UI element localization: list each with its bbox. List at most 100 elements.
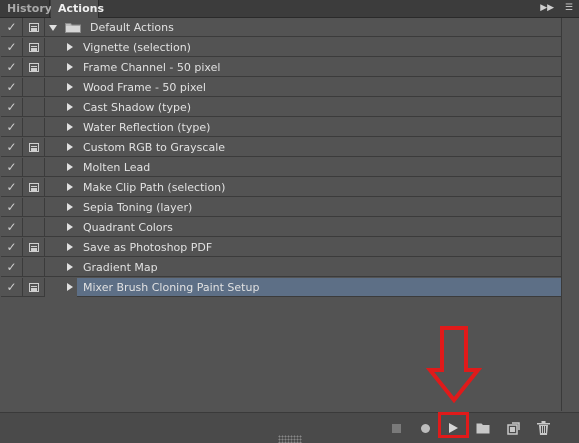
action-label: Save as Photoshop PDF xyxy=(83,241,213,254)
toggle-item-checkbox[interactable]: ✓ xyxy=(1,58,23,77)
action-cell[interactable]: Wood Frame - 50 pixel xyxy=(45,78,561,97)
toggle-dialog-checkbox[interactable] xyxy=(23,138,45,157)
dialog-icon xyxy=(28,242,39,252)
toggle-dialog-checkbox[interactable] xyxy=(23,198,45,217)
list-scrollbar[interactable] xyxy=(562,18,579,411)
toggle-dialog-checkbox[interactable] xyxy=(23,238,45,257)
create-new-action-button[interactable] xyxy=(503,419,523,437)
toggle-dialog-checkbox[interactable] xyxy=(23,118,45,137)
dialog-icon xyxy=(28,282,39,292)
action-label: Quadrant Colors xyxy=(83,221,173,234)
toggle-dialog-checkbox[interactable] xyxy=(23,158,45,177)
double-chevron-right-icon[interactable]: ▶▶ xyxy=(540,3,554,13)
action-cell[interactable]: Mixer Brush Cloning Paint Setup xyxy=(67,278,561,297)
action-set-cell[interactable]: Default Actions xyxy=(45,18,561,37)
toggle-item-checkbox[interactable]: ✓ xyxy=(1,278,23,297)
create-new-set-button[interactable] xyxy=(473,419,493,437)
toggle-dialog-checkbox[interactable] xyxy=(23,58,45,77)
action-row[interactable]: ✓ Save as Photoshop PDF xyxy=(1,238,561,258)
action-set-row[interactable]: ✓ Default Actions xyxy=(1,18,561,38)
delete-button[interactable] xyxy=(533,419,553,437)
action-cell[interactable]: Frame Channel - 50 pixel xyxy=(45,58,561,77)
toggle-dialog-checkbox[interactable] xyxy=(23,218,45,237)
action-row[interactable]: ✓ Water Reflection (type) xyxy=(1,118,561,138)
action-label: Molten Lead xyxy=(83,161,151,174)
expand-triangle-icon[interactable] xyxy=(67,283,73,291)
action-cell[interactable]: Vignette (selection) xyxy=(45,38,561,57)
toggle-item-checkbox[interactable]: ✓ xyxy=(1,78,23,97)
toggle-item-checkbox[interactable]: ✓ xyxy=(1,18,23,37)
action-row[interactable]: ✓ Frame Channel - 50 pixel xyxy=(1,58,561,78)
expand-triangle-icon[interactable] xyxy=(67,143,73,151)
toggle-dialog-checkbox[interactable] xyxy=(23,18,45,37)
toggle-item-checkbox[interactable]: ✓ xyxy=(1,178,23,197)
begin-recording-button[interactable] xyxy=(415,419,435,437)
toggle-dialog-checkbox[interactable] xyxy=(23,258,45,277)
expand-triangle-icon[interactable] xyxy=(67,183,73,191)
action-row[interactable]: ✓ Make Clip Path (selection) xyxy=(1,178,561,198)
action-cell[interactable]: Save as Photoshop PDF xyxy=(45,238,561,257)
dialog-icon xyxy=(28,22,39,32)
toggle-item-checkbox[interactable]: ✓ xyxy=(1,138,23,157)
toggle-dialog-checkbox[interactable] xyxy=(23,278,45,297)
action-row[interactable]: ✓ Custom RGB to Grayscale xyxy=(1,138,561,158)
expand-triangle-icon[interactable] xyxy=(67,123,73,131)
action-label: Mixer Brush Cloning Paint Setup xyxy=(83,281,260,294)
action-cell[interactable]: Cast Shadow (type) xyxy=(45,98,561,117)
toggle-item-checkbox[interactable]: ✓ xyxy=(1,198,23,217)
action-row[interactable]: ✓ Cast Shadow (type) xyxy=(1,98,561,118)
expand-triangle-icon[interactable] xyxy=(67,63,73,71)
action-cell[interactable]: Water Reflection (type) xyxy=(45,118,561,137)
action-cell[interactable]: Custom RGB to Grayscale xyxy=(45,138,561,157)
expand-triangle-icon[interactable] xyxy=(67,103,73,111)
expand-triangle-icon[interactable] xyxy=(67,43,73,51)
panel-tab-bar: History Actions ▶▶ ☰ xyxy=(0,0,579,18)
dialog-icon xyxy=(28,62,39,72)
trash-icon xyxy=(536,421,550,435)
action-cell[interactable]: Molten Lead xyxy=(45,158,561,177)
action-label: Wood Frame - 50 pixel xyxy=(83,81,206,94)
toggle-item-checkbox[interactable]: ✓ xyxy=(1,238,23,257)
stop-playing-recording-button[interactable] xyxy=(386,419,406,437)
actions-panel: History Actions ▶▶ ☰ ✓ Default Actions ✓… xyxy=(0,0,579,443)
action-cell[interactable]: Quadrant Colors xyxy=(45,218,561,237)
expand-triangle-icon[interactable] xyxy=(67,223,73,231)
checkmark-icon: ✓ xyxy=(6,80,17,94)
action-cell[interactable]: Make Clip Path (selection) xyxy=(45,178,561,197)
toggle-item-checkbox[interactable]: ✓ xyxy=(1,118,23,137)
action-row[interactable]: ✓ Vignette (selection) xyxy=(1,38,561,58)
action-label: Frame Channel - 50 pixel xyxy=(83,61,221,74)
checkmark-icon: ✓ xyxy=(6,220,17,234)
action-row[interactable]: ✓ Mixer Brush Cloning Paint Setup xyxy=(1,278,561,298)
expand-triangle-icon[interactable] xyxy=(49,25,57,31)
action-row[interactable]: ✓ Wood Frame - 50 pixel xyxy=(1,78,561,98)
toggle-item-checkbox[interactable]: ✓ xyxy=(1,38,23,57)
checkmark-icon: ✓ xyxy=(6,140,17,154)
action-row[interactable]: ✓ Molten Lead xyxy=(1,158,561,178)
toggle-dialog-checkbox[interactable] xyxy=(23,78,45,97)
toggle-dialog-checkbox[interactable] xyxy=(23,178,45,197)
action-cell[interactable]: Gradient Map xyxy=(45,258,561,277)
toggle-dialog-checkbox[interactable] xyxy=(23,98,45,117)
expand-triangle-icon[interactable] xyxy=(67,163,73,171)
action-row[interactable]: ✓ Sepia Toning (layer) xyxy=(1,198,561,218)
toggle-item-checkbox[interactable]: ✓ xyxy=(1,258,23,277)
action-row[interactable]: ✓ Quadrant Colors xyxy=(1,218,561,238)
expand-triangle-icon[interactable] xyxy=(67,243,73,251)
toggle-item-checkbox[interactable]: ✓ xyxy=(1,98,23,117)
tab-controls: ▶▶ ☰ xyxy=(532,0,573,17)
expand-triangle-icon[interactable] xyxy=(67,83,73,91)
panel-menu-icon[interactable]: ☰ xyxy=(565,3,573,13)
toggle-item-checkbox[interactable]: ✓ xyxy=(1,158,23,177)
toggle-dialog-checkbox[interactable] xyxy=(23,38,45,57)
expand-triangle-icon[interactable] xyxy=(67,263,73,271)
action-cell[interactable]: Sepia Toning (layer) xyxy=(45,198,561,217)
action-label: Sepia Toning (layer) xyxy=(83,201,193,214)
tab-actions[interactable]: Actions xyxy=(51,0,104,18)
action-row[interactable]: ✓ Gradient Map xyxy=(1,258,561,278)
tab-history[interactable]: History xyxy=(0,0,52,17)
checkmark-icon: ✓ xyxy=(6,160,17,174)
stop-icon xyxy=(391,423,401,433)
expand-triangle-icon[interactable] xyxy=(67,203,73,211)
toggle-item-checkbox[interactable]: ✓ xyxy=(1,218,23,237)
